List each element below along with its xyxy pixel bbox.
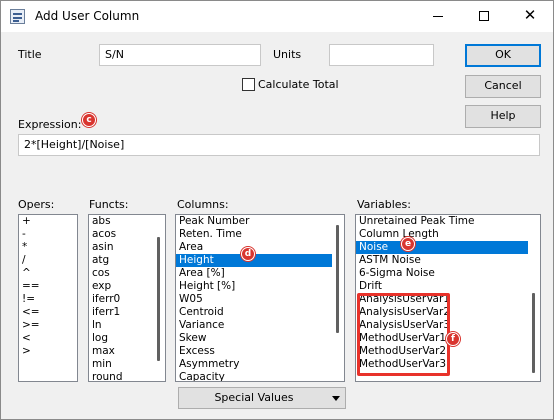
list-item[interactable]: - — [19, 228, 77, 241]
functs-label: Functs: — [89, 198, 129, 211]
list-item[interactable]: Column Length — [356, 228, 528, 241]
variables-scrollbar[interactable] — [528, 215, 540, 381]
add-user-column-dialog: Add User Column ✕ Title S/N Units Calcul… — [0, 0, 554, 420]
list-item[interactable]: Peak Number — [176, 215, 332, 228]
functs-scrollbar[interactable] — [153, 215, 165, 381]
list-item[interactable]: min — [89, 358, 153, 371]
list-item[interactable]: exp — [89, 280, 153, 293]
maximize-icon — [479, 11, 489, 21]
list-item[interactable]: Skew — [176, 332, 332, 345]
list-item[interactable]: asin — [89, 241, 153, 254]
close-icon: ✕ — [523, 6, 537, 24]
close-button[interactable]: ✕ — [507, 1, 553, 32]
list-item[interactable]: 6-Sigma Noise — [356, 267, 528, 280]
scroll-thumb[interactable] — [532, 293, 535, 373]
list-item[interactable]: iferr0 — [89, 293, 153, 306]
columns-list[interactable]: Peak Number Reten. Time Area Height Area… — [175, 214, 345, 382]
columns-scrollbar[interactable] — [332, 215, 344, 381]
list-item[interactable]: max — [89, 345, 153, 358]
list-item[interactable]: Excess — [176, 345, 332, 358]
callout-marker-d: d — [241, 247, 255, 261]
title-label: Title — [18, 48, 42, 61]
ok-button[interactable]: OK — [465, 44, 541, 67]
list-item[interactable]: ln — [89, 319, 153, 332]
user-vars-highlight — [357, 293, 450, 376]
special-values-dropdown[interactable]: Special Values — [178, 387, 346, 409]
expression-label: Expression: — [18, 118, 82, 131]
maximize-button[interactable] — [461, 1, 507, 32]
list-item[interactable]: ^ — [19, 267, 77, 280]
app-icon — [10, 9, 25, 24]
list-item[interactable]: abs — [89, 215, 153, 228]
variables-label: Variables: — [357, 198, 411, 211]
list-item[interactable]: < — [19, 332, 77, 345]
units-input[interactable] — [329, 44, 434, 66]
functs-list[interactable]: abs acos asin atg cos exp iferr0 iferr1 … — [88, 214, 166, 382]
list-item[interactable]: atg — [89, 254, 153, 267]
list-item[interactable]: ASTM Noise — [356, 254, 528, 267]
list-item[interactable]: >= — [19, 319, 77, 332]
calculate-total-label[interactable]: Calculate Total — [258, 78, 339, 91]
callout-marker-f: f — [446, 332, 460, 346]
list-item[interactable]: * — [19, 241, 77, 254]
list-item[interactable]: acos — [89, 228, 153, 241]
scroll-thumb[interactable] — [336, 225, 339, 333]
list-item[interactable]: Capacity — [176, 371, 332, 381]
calculate-total-checkbox[interactable] — [242, 78, 255, 91]
list-item[interactable]: == — [19, 280, 77, 293]
opers-label: Opers: — [18, 198, 55, 211]
list-item[interactable]: Asymmetry — [176, 358, 332, 371]
list-item[interactable]: Variance — [176, 319, 332, 332]
opers-list[interactable]: + - * / ^ == != <= >= < > — [18, 214, 78, 382]
help-button[interactable]: Help — [465, 105, 541, 128]
list-item[interactable]: / — [19, 254, 77, 267]
list-item[interactable]: != — [19, 293, 77, 306]
list-item[interactable]: cos — [89, 267, 153, 280]
columns-label: Columns: — [177, 198, 229, 211]
minimize-button[interactable] — [415, 1, 461, 32]
list-item[interactable]: Centroid — [176, 306, 332, 319]
list-item[interactable]: Unretained Peak Time — [356, 215, 528, 228]
scroll-thumb[interactable] — [157, 237, 160, 361]
callout-marker-e: e — [401, 237, 415, 251]
special-values-label: Special Values — [214, 391, 294, 404]
list-item[interactable]: Reten. Time — [176, 228, 332, 241]
list-item[interactable]: Drift — [356, 280, 528, 293]
list-item[interactable]: log — [89, 332, 153, 345]
list-item[interactable]: <= — [19, 306, 77, 319]
minimize-icon — [433, 16, 443, 17]
title-input[interactable]: S/N — [99, 44, 261, 66]
list-item[interactable]: Area [%] — [176, 267, 332, 280]
list-item[interactable]: W05 — [176, 293, 332, 306]
cancel-button[interactable]: Cancel — [465, 75, 541, 98]
window-title: Add User Column — [35, 9, 140, 23]
list-item[interactable]: round — [89, 371, 153, 381]
list-item[interactable]: Height [%] — [176, 280, 332, 293]
list-item[interactable]: > — [19, 345, 77, 358]
units-label: Units — [273, 48, 302, 61]
expression-input[interactable]: 2*[Height]/[Noise] — [18, 134, 540, 156]
chevron-down-icon — [332, 396, 340, 401]
callout-marker-c: c — [82, 113, 96, 127]
list-item-selected[interactable]: Noise — [356, 241, 528, 254]
list-item[interactable]: iferr1 — [89, 306, 153, 319]
list-item[interactable]: + — [19, 215, 77, 228]
title-bar[interactable]: Add User Column ✕ — [1, 1, 553, 32]
